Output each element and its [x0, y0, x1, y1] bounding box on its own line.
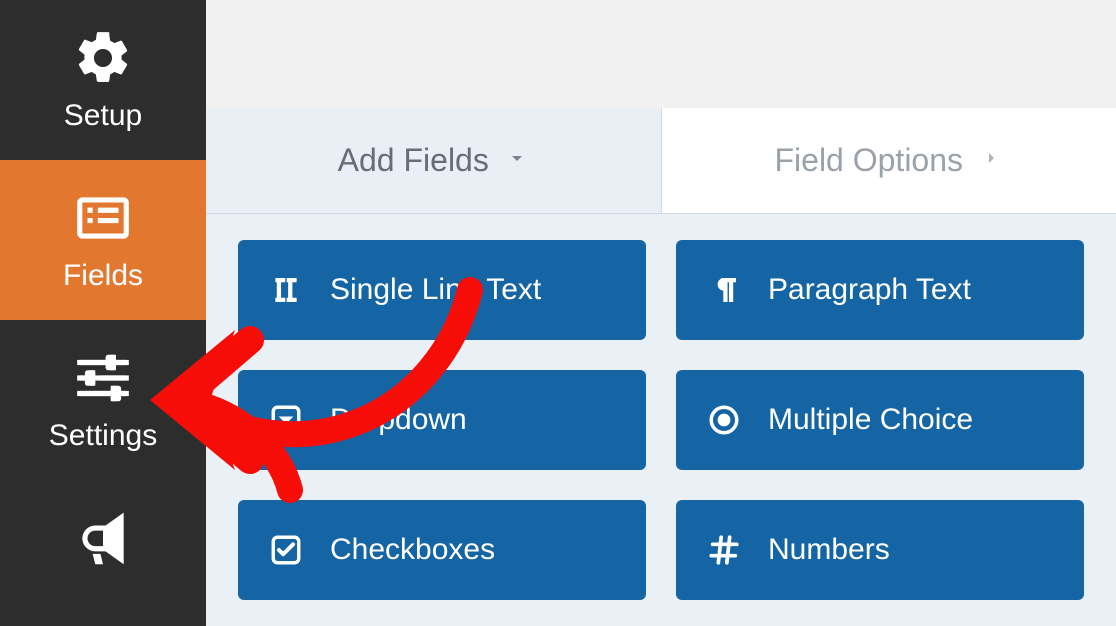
chevron-right-icon: [979, 146, 1003, 175]
field-grid: Single Line Text Paragraph Text Dropdown…: [206, 214, 1116, 626]
paragraph-icon: [706, 272, 742, 308]
sidebar-item-label: Fields: [63, 259, 143, 293]
field-label: Single Line Text: [330, 273, 541, 307]
sidebar-nav: Setup Fields Settings: [0, 0, 206, 626]
tabs-row: Add Fields Field Options: [206, 108, 1116, 215]
field-multiple-choice[interactable]: Multiple Choice: [676, 370, 1084, 470]
field-label: Multiple Choice: [768, 403, 973, 437]
field-checkboxes[interactable]: Checkboxes: [238, 500, 646, 600]
hashtag-icon: [706, 532, 742, 568]
field-label: Paragraph Text: [768, 273, 971, 307]
field-single-line-text[interactable]: Single Line Text: [238, 240, 646, 340]
field-label: Numbers: [768, 533, 890, 567]
sidebar-item-marketing[interactable]: [0, 480, 206, 626]
text-cursor-icon: [268, 272, 304, 308]
field-numbers[interactable]: Numbers: [676, 500, 1084, 600]
field-label: Checkboxes: [330, 533, 495, 567]
sidebar-item-fields[interactable]: Fields: [0, 160, 206, 320]
tab-label: Add Fields: [338, 142, 489, 179]
main-panel: Add Fields Field Options Single Line Tex…: [206, 0, 1116, 626]
tab-field-options[interactable]: Field Options: [662, 108, 1116, 214]
list-icon: [72, 187, 134, 249]
sidebar-item-settings[interactable]: Settings: [0, 320, 206, 480]
sidebar-item-label: Settings: [49, 419, 157, 453]
field-dropdown[interactable]: Dropdown: [238, 370, 646, 470]
field-label: Dropdown: [330, 403, 467, 437]
tab-label: Field Options: [774, 142, 963, 179]
field-paragraph-text[interactable]: Paragraph Text: [676, 240, 1084, 340]
gear-icon: [72, 27, 134, 89]
sliders-icon: [72, 347, 134, 409]
dropdown-icon: [268, 402, 304, 438]
radio-icon: [706, 402, 742, 438]
sidebar-item-label: Setup: [64, 99, 142, 133]
tab-add-fields[interactable]: Add Fields: [206, 108, 662, 214]
bullhorn-icon: [72, 510, 134, 572]
topbar: [206, 0, 1116, 108]
checkbox-icon: [268, 532, 304, 568]
chevron-down-icon: [505, 146, 529, 175]
sidebar-item-setup[interactable]: Setup: [0, 0, 206, 160]
